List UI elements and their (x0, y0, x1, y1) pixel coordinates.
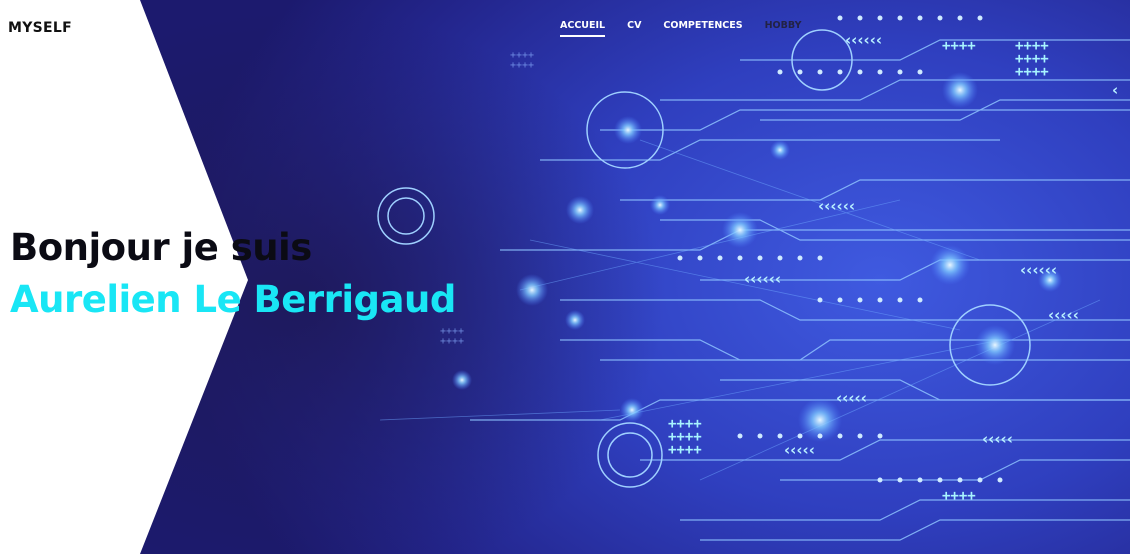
main-nav: ACCUEIL CV COMPETENCES HOBBY (560, 20, 823, 37)
hero-greeting: Bonjour je suis (10, 226, 312, 269)
nav-cv[interactable]: CV (627, 20, 641, 37)
nav-competences[interactable]: COMPETENCES (663, 20, 742, 37)
nav-accueil[interactable]: ACCUEIL (560, 20, 606, 37)
brand-logo[interactable]: MYSELF (8, 20, 72, 36)
hero-name: Aurelien Le Berrigaud (10, 278, 456, 321)
left-white-panel (0, 0, 248, 554)
nav-hobby[interactable]: HOBBY (765, 20, 802, 37)
